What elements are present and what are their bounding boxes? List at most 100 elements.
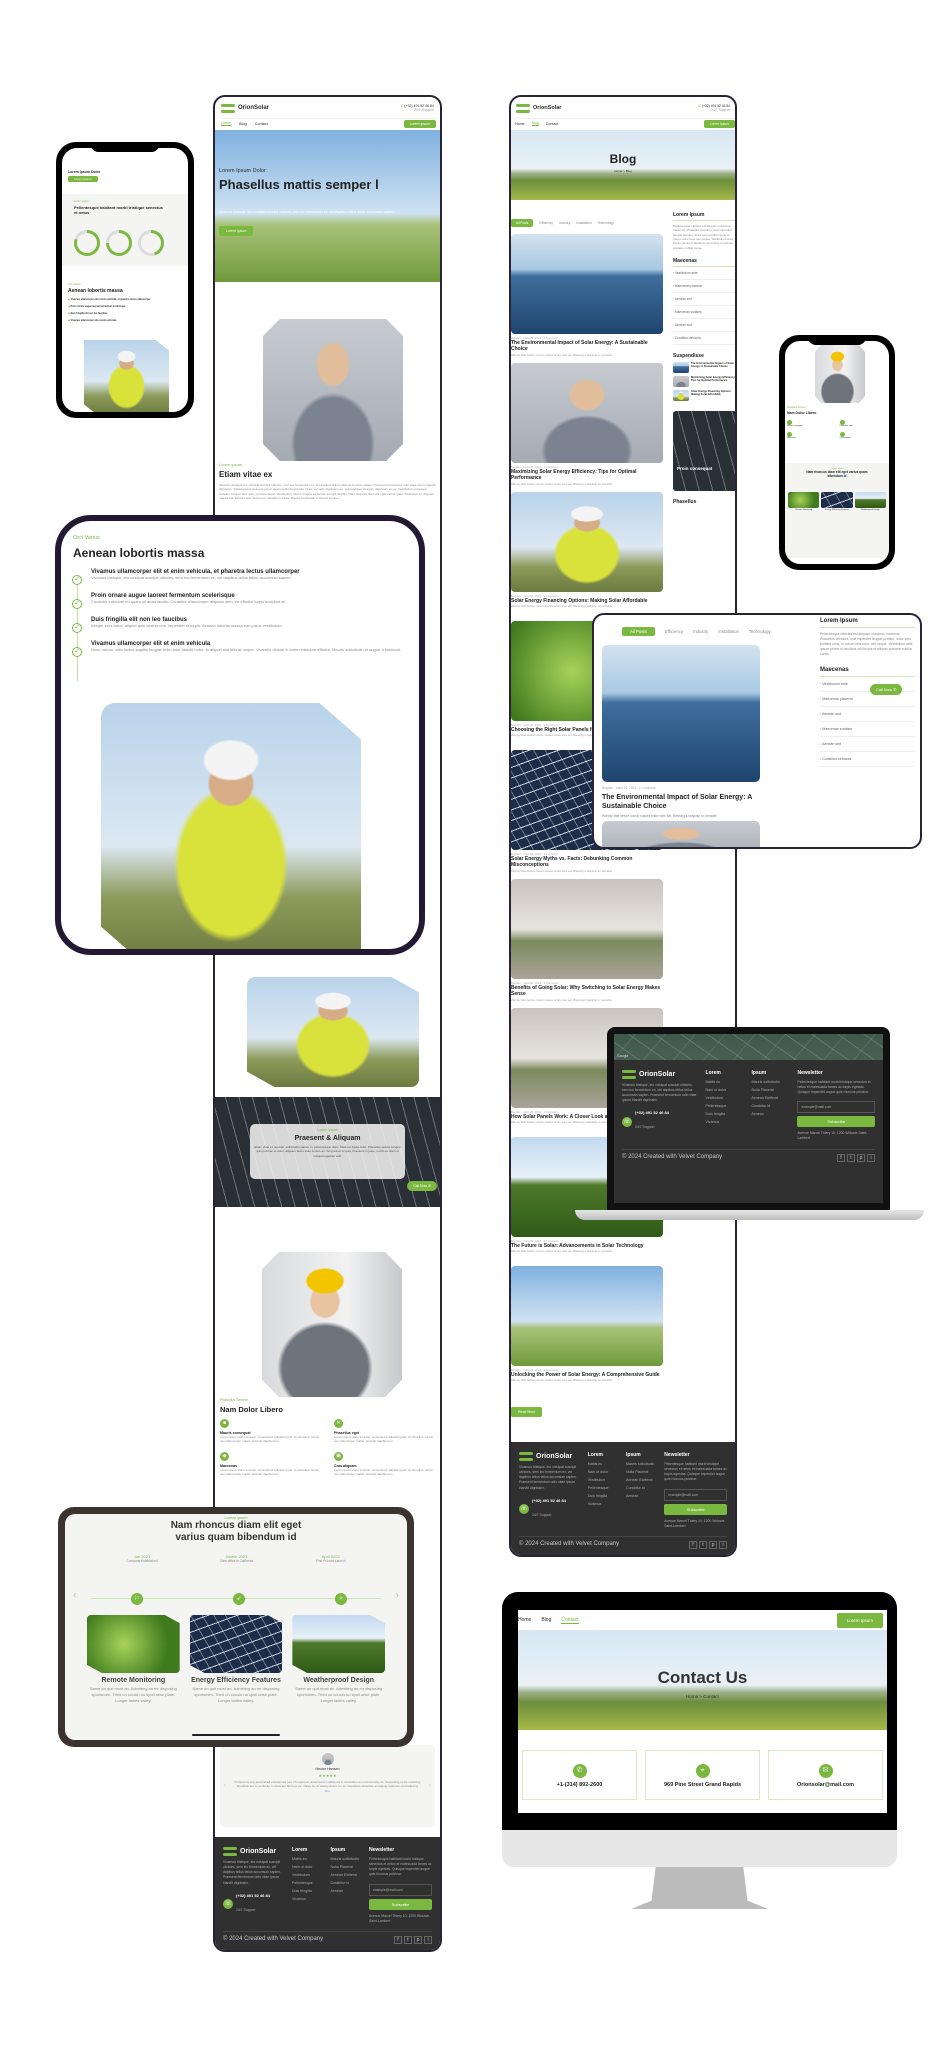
next-arrow-icon[interactable]: › [429, 1783, 431, 1789]
footer-link[interactable]: Pellentesque [588, 1486, 620, 1490]
footer-link[interactable]: Vestibulum [588, 1478, 620, 1482]
subscribe-button[interactable]: Subscribe [797, 1116, 875, 1128]
breadcrumb[interactable]: Home > Contact [518, 1694, 887, 1699]
footer-link[interactable]: Nulla Placerat [752, 1088, 792, 1092]
nav-cta-button[interactable]: Lorem Ipsum [703, 119, 735, 128]
blog-post[interactable]: Bogdan · mars 26, 2024 · 1 Comment Maximi… [511, 363, 663, 492]
instagram-icon[interactable]: i [867, 1153, 875, 1162]
footer-phone[interactable]: ☏ (+32) 491 52 46 84 24/7 Support [622, 1110, 700, 1133]
post-image[interactable] [511, 492, 663, 592]
footer-link[interactable]: Vestibulum [292, 1873, 324, 1877]
footer-link[interactable]: Curabitur id [752, 1104, 792, 1108]
nav-home[interactable]: Home [221, 121, 232, 126]
blog-post[interactable]: Bogdan · mars 26, 2024 · 1 Comment Solar … [511, 492, 663, 621]
nav-blog[interactable]: Blog [531, 121, 539, 126]
instagram-icon[interactable]: i [424, 1935, 432, 1944]
feature-card[interactable]: Remote Monitoring Same an quit most an. A… [87, 1615, 180, 1703]
footer-link[interactable]: Aenean [752, 1112, 792, 1116]
hero-button[interactable]: Lorem Ipsum [219, 226, 254, 236]
footer-link[interactable]: Aenean Eleifend [752, 1096, 792, 1100]
sidebar-link[interactable]: › Vestibulum ante [673, 267, 735, 281]
footer-logo[interactable]: OrionSolar [223, 1847, 286, 1857]
sidebar-link[interactable]: › Maecenas placerat [673, 280, 735, 294]
footer-link[interactable]: Mattis eu [588, 1462, 620, 1466]
breadcrumb[interactable]: Home > Blog [511, 169, 735, 173]
footer-link[interactable]: Nulla Placerat [626, 1470, 658, 1474]
filter-efficiency[interactable]: Efficiency [665, 629, 683, 634]
footer-link[interactable]: Vestibulum [706, 1096, 746, 1100]
footer-link[interactable]: Aenean Eleifend [626, 1478, 658, 1482]
subscribe-button[interactable]: Subscribe [664, 1503, 727, 1515]
footer-link[interactable]: Mattis eu [292, 1857, 324, 1861]
nav-contact[interactable]: Contact [561, 1617, 579, 1624]
filter-installation[interactable]: Installation [576, 221, 591, 225]
contact-card-phone[interactable]: ✆ +1-(314) 892-2600 [522, 1750, 637, 1800]
twitter-icon[interactable]: t [847, 1153, 855, 1162]
sidebar-link[interactable]: › Aenean sed [820, 707, 914, 722]
post-title[interactable]: Benefits of Going Solar: Why Switching t… [511, 985, 663, 998]
footer-phone[interactable]: ☏ (+32) 491 52 46 84 24/7 Support [223, 1893, 286, 1916]
footer-link[interactable]: Vivamus [292, 1897, 324, 1901]
footer-link[interactable]: Vivamus [588, 1502, 620, 1506]
blog-post[interactable]: Bogdan · mars 26, 2024 · 1 Comment Benefi… [511, 879, 663, 1008]
filter-industry[interactable]: Industry [693, 629, 708, 634]
call-now-button[interactable]: Call Now ✆ [870, 684, 903, 695]
next-arrow-icon[interactable]: › [396, 1590, 399, 1601]
pinterest-icon[interactable]: p [857, 1153, 865, 1162]
sidebar-link[interactable]: › Maecenas placerat [820, 692, 914, 707]
nav-home[interactable]: Home [515, 122, 525, 126]
sidebar-promo[interactable]: Proin consequat [673, 411, 735, 492]
post-image[interactable] [511, 1266, 663, 1366]
post-title[interactable]: Solar Energy Myths vs. Facts: Debunking … [511, 856, 663, 869]
footer-link[interactable]: Curabitur id [331, 1881, 363, 1885]
sidebar-link[interactable]: › Aenean sed [673, 319, 735, 333]
nav-cta-button[interactable]: Lorem Ipsum [403, 119, 436, 128]
sidebar-link[interactable]: › Maecenas sodales [820, 722, 914, 737]
site-logo[interactable]: OrionSolar [516, 103, 561, 113]
footer-link[interactable]: Mauris sollicitudin [626, 1462, 658, 1466]
pinterest-icon[interactable]: p [709, 1540, 717, 1549]
nav-contact[interactable]: Contact [255, 122, 268, 126]
instagram-icon[interactable]: i [719, 1540, 727, 1549]
subscribe-button[interactable]: Subscribe [368, 1898, 432, 1910]
filter-industry[interactable]: Industry [559, 221, 570, 225]
post-title[interactable]: Maximizing Solar Energy Efficiency: Tips… [511, 469, 663, 482]
post-title[interactable]: The Environmental Impact of Solar Energy… [511, 340, 663, 353]
footer-link[interactable]: Aenean Eleifend [331, 1873, 363, 1877]
call-now-button[interactable]: Call Now ✆ [407, 1181, 437, 1191]
blog-post[interactable]: Bogdan · mars 26, 2024 · 1 Comment Unlock… [511, 1266, 663, 1395]
sidebar-link[interactable]: › Aenean sed [820, 737, 914, 752]
sidebar-link[interactable]: › Curabitur vehicula [820, 752, 914, 767]
recent-post[interactable]: The Environmental Impact of Solar Energy… [673, 362, 735, 374]
nav-cta-button[interactable]: Lorem Ipsum [836, 1612, 883, 1628]
footer-logo[interactable]: OrionSolar [519, 1452, 582, 1462]
pinterest-icon[interactable]: p [414, 1935, 422, 1944]
footer-link[interactable]: Duis fringilla [292, 1889, 324, 1893]
footer-link[interactable]: Vivamus [706, 1120, 746, 1124]
sidebar-link[interactable]: › Maecenas sodales [673, 306, 735, 320]
site-logo[interactable]: OrionSolar [221, 103, 269, 113]
contact-card-email[interactable]: ✉ Orionsolar@mail.com [768, 1750, 883, 1800]
twitter-icon[interactable]: t [699, 1540, 707, 1549]
filter-efficiency[interactable]: Efficiency [539, 221, 553, 225]
read-more-button[interactable]: Read More [511, 1407, 543, 1417]
nav-blog[interactable]: Blog [239, 122, 247, 126]
footer-link[interactable]: Aenean [331, 1889, 363, 1893]
post-image[interactable] [511, 234, 663, 334]
nav-contact[interactable]: Contact [546, 122, 558, 126]
facebook-icon[interactable]: f [689, 1540, 697, 1549]
post-image[interactable] [511, 363, 663, 463]
feature-card[interactable]: Energy Efficiency Features Same an quit m… [189, 1615, 283, 1703]
prev-arrow-icon[interactable]: ‹ [73, 1590, 76, 1601]
nav-blog[interactable]: Blog [541, 1617, 551, 1623]
blog-post[interactable]: Bogdan · mars 26, 2024 · 1 Comment The En… [511, 234, 663, 363]
footer-link[interactable]: Aenean [626, 1494, 658, 1498]
filter-technology[interactable]: Technology [749, 629, 771, 634]
filter-technology[interactable]: Technology [598, 221, 614, 225]
prev-arrow-icon[interactable]: ‹ [224, 1783, 226, 1789]
footer-link[interactable]: Curabitur id [626, 1486, 658, 1490]
recent-post[interactable]: Maximizing Solar Energy Efficiency: Tips… [673, 376, 735, 388]
sidebar-link[interactable]: › Curabitur vehicula [673, 332, 735, 346]
footer-phone[interactable]: ☏ (+32) 491 52 46 84 24/7 Support [519, 1498, 582, 1521]
contact-card-address[interactable]: ⌖ 969 Pine Street Grand Rapids [645, 1750, 760, 1800]
